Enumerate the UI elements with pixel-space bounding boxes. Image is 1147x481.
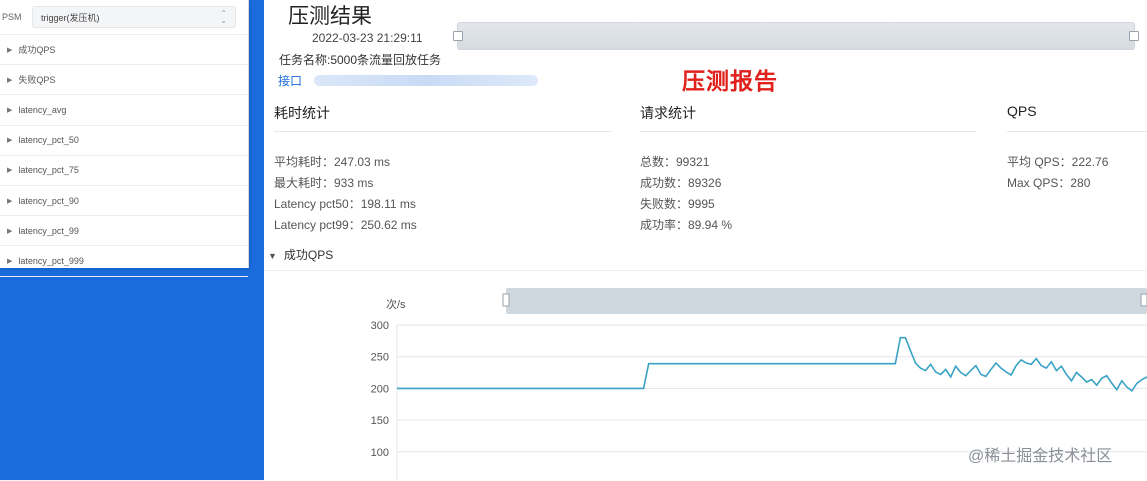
psm-row: PSM trigger(发压机) ⌃ ⌄	[0, 0, 248, 35]
caret-right-icon: ▶	[7, 46, 13, 54]
request-divider	[640, 131, 976, 132]
latency-max: 最大耗时：933 ms	[274, 176, 374, 190]
main-content: 压测结果 2022-03-23 21:29:11 任务名称:5000条流量回放任…	[264, 0, 1147, 481]
caret-right-icon: ▶	[7, 227, 13, 235]
metric-item[interactable]: ▶ latency_pct_75	[0, 156, 248, 186]
latency-divider	[274, 131, 612, 132]
latency-avg: 平均耗时：247.03 ms	[274, 155, 391, 169]
y-axis-label: 次/s	[386, 297, 406, 311]
series-line	[397, 336, 1147, 393]
chart-section-toggle[interactable]: ▼ 成功QPS	[268, 246, 333, 263]
metric-item[interactable]: ▶ latency_avg	[0, 95, 248, 126]
timestamp: 2022-03-23 21:29:11	[312, 31, 423, 45]
page-title: 压测结果	[288, 5, 372, 28]
request-total: 总数：99321	[640, 155, 710, 169]
chart-zoom-slider	[506, 288, 1147, 314]
chart-section-title: 成功QPS	[283, 248, 334, 262]
metric-item[interactable]: ▶ 成功QPS	[0, 35, 248, 66]
watermark: @稀土掘金技术社区	[968, 448, 1113, 465]
y-tick-label: 250	[371, 352, 389, 364]
time-range-slider[interactable]	[453, 22, 1139, 50]
metric-item-label: latency_pct_90	[18, 195, 79, 206]
metric-item[interactable]: ▶ latency_pct_50	[0, 126, 248, 156]
report-annotation: 压测报告	[682, 68, 778, 94]
metric-selector-panel: PSM trigger(发压机) ⌃ ⌄ ▶ 成功QPS ▶ 失败QPS ▶ latency…	[0, 0, 249, 277]
interface-value-redacted	[314, 75, 538, 86]
qps-max: Max QPS：280	[1007, 176, 1091, 190]
chart-zoom-handle-right	[1140, 293, 1147, 307]
metric-item[interactable]: ▶ 失败QPS	[0, 65, 248, 96]
caret-down-icon: ▼	[268, 251, 277, 261]
qps-section-title: QPS	[1007, 103, 1037, 119]
caret-right-icon: ▶	[7, 106, 13, 114]
metric-item-label: latency_pct_99	[18, 225, 79, 236]
slider-handle-left[interactable]	[453, 31, 463, 41]
metric-item[interactable]: ▶ latency_pct_999	[0, 246, 248, 277]
y-tick-label: 100	[371, 447, 389, 459]
latency-section-title: 耗时统计	[274, 105, 330, 121]
y-tick-label: 200	[371, 383, 389, 395]
interface-link[interactable]: 接口	[278, 72, 302, 89]
latency-pct50: Latency pct50：198.11 ms	[274, 197, 416, 211]
metric-item-label: 成功QPS	[18, 45, 56, 56]
request-fail: 失败数：9995	[640, 197, 715, 211]
caret-right-icon: ▶	[7, 137, 13, 145]
slider-handle-right[interactable]	[1129, 31, 1139, 41]
y-tick-label: 150	[371, 415, 389, 427]
metric-item-label: latency_avg	[18, 104, 67, 115]
metric-item-label: 失败QPS	[18, 75, 56, 86]
select-arrows-icon: ⌃ ⌄	[220, 9, 227, 25]
request-success-rate: 成功率：89.94 %	[640, 218, 733, 232]
metric-item[interactable]: ▶ latency_pct_99	[0, 216, 248, 247]
caret-right-icon: ▶	[7, 167, 13, 175]
latency-pct99: Latency pct99：250.62 ms	[274, 218, 417, 232]
caret-right-icon: ▶	[7, 197, 13, 205]
metric-item[interactable]: ▶ latency_pct_90	[0, 186, 248, 217]
request-success: 成功数：89326	[640, 176, 722, 190]
request-section-title: 请求统计	[640, 105, 696, 121]
task-name: 任务名称:5000条流量回放任务	[279, 53, 442, 67]
y-tick-label: 300	[371, 320, 389, 332]
qps-divider	[1007, 131, 1147, 132]
metric-list: ▶ 成功QPS ▶ 失败QPS ▶ latency_avg ▶ latency_pct_50 ▶…	[0, 35, 248, 277]
metric-item-label: latency_pct_999	[18, 255, 84, 266]
caret-right-icon: ▶	[7, 76, 13, 84]
metric-item-label: latency_pct_50	[18, 135, 79, 146]
psm-label: PSM	[2, 12, 22, 22]
caret-right-icon: ▶	[7, 257, 13, 265]
chart-zoom-handle-left	[502, 293, 510, 307]
psm-select[interactable]: trigger(发压机) ⌃ ⌄	[32, 6, 236, 28]
qps-avg: 平均 QPS：222.76	[1007, 155, 1109, 169]
psm-select-value: trigger(发压机)	[41, 12, 100, 23]
metric-item-label: latency_pct_75	[18, 165, 79, 176]
